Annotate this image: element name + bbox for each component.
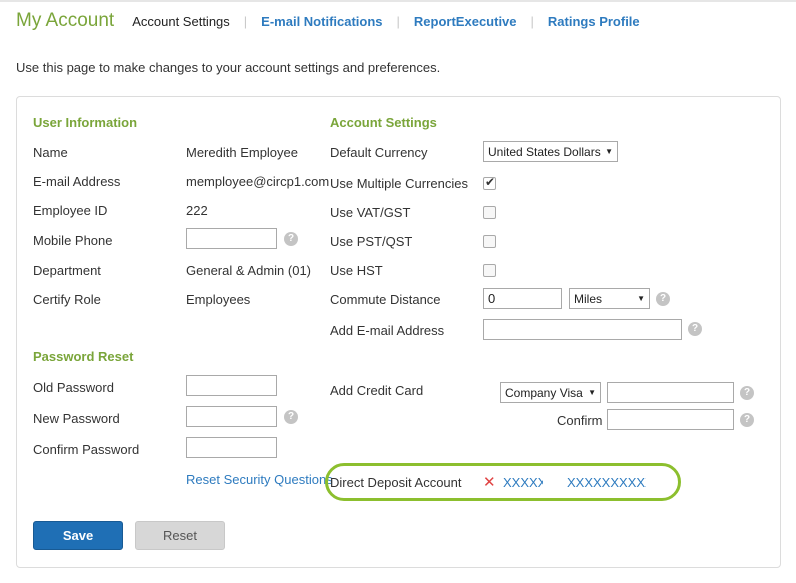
credit-card-help-icon[interactable]: ?: [740, 386, 754, 400]
credit-card-type-value: Company Visa: [505, 385, 583, 400]
commute-distance-input[interactable]: 0: [483, 288, 562, 309]
email-label: E-mail Address: [33, 174, 121, 189]
new-password-help-icon[interactable]: ?: [284, 410, 298, 424]
mobile-phone-input[interactable]: [186, 228, 277, 249]
old-password-input[interactable]: [186, 375, 277, 396]
mobile-phone-label: Mobile Phone: [33, 233, 113, 248]
confirm-password-input[interactable]: [186, 437, 277, 458]
new-password-input[interactable]: [186, 406, 277, 427]
chevron-down-icon: ▼: [637, 294, 645, 303]
header: My Account Account Settings | E-mail Not…: [16, 10, 640, 42]
page: My Account Account Settings | E-mail Not…: [0, 0, 796, 583]
commute-distance-label: Commute Distance: [330, 292, 441, 307]
new-password-label: New Password: [33, 411, 120, 426]
tab-ratings-profile[interactable]: Ratings Profile: [548, 14, 640, 29]
direct-deposit-account-link[interactable]: XXXXXXXXXX57: [567, 475, 646, 490]
credit-card-confirm-input[interactable]: [607, 409, 734, 430]
department-value: General & Admin (01): [186, 263, 312, 278]
password-reset-title: Password Reset: [33, 349, 134, 364]
commute-unit-select[interactable]: Miles ▼: [569, 288, 650, 309]
tab-separator: |: [530, 14, 534, 29]
add-email-help-icon[interactable]: ?: [688, 322, 702, 336]
multiple-currencies-checkbox[interactable]: [483, 175, 496, 190]
credit-card-type-select[interactable]: Company Visa ▼: [500, 382, 601, 403]
tab-email-notifications[interactable]: E-mail Notifications: [261, 14, 382, 29]
hst-label: Use HST: [330, 263, 383, 278]
hst-checkbox[interactable]: [483, 264, 496, 277]
confirm-help-icon[interactable]: ?: [740, 413, 754, 427]
vat-gst-label: Use VAT/GST: [330, 205, 411, 220]
default-currency-value: United States Dollars: [488, 144, 601, 159]
old-password-label: Old Password: [33, 380, 114, 395]
name-label: Name: [33, 145, 68, 160]
direct-deposit-label: Direct Deposit Account: [330, 475, 462, 490]
tab-report-executive[interactable]: ReportExecutive: [414, 14, 517, 29]
remove-icon[interactable]: ✕: [483, 473, 496, 491]
commute-unit-value: Miles: [574, 291, 603, 306]
default-currency-select[interactable]: United States Dollars ▼: [483, 141, 618, 162]
page-title: My Account: [16, 10, 115, 31]
add-email-label: Add E-mail Address: [330, 323, 445, 338]
name-value: Meredith Employee: [186, 145, 298, 160]
add-credit-card-label: Add Credit Card: [330, 383, 424, 398]
default-currency-label: Default Currency: [330, 145, 428, 160]
email-value: memployee@circp1.com: [186, 174, 330, 189]
tab-separator: |: [396, 14, 400, 29]
certify-role-label: Certify Role: [33, 292, 101, 307]
employee-id-value: 222: [186, 203, 208, 218]
pst-qst-checkbox[interactable]: [483, 235, 496, 248]
pst-qst-label: Use PST/QST: [330, 234, 413, 249]
save-button[interactable]: Save: [33, 521, 123, 550]
credit-card-number-input[interactable]: [607, 382, 734, 403]
add-email-input[interactable]: [483, 319, 682, 340]
department-label: Department: [33, 263, 101, 278]
multiple-currencies-label: Use Multiple Currencies: [330, 176, 468, 191]
tab-account-settings[interactable]: Account Settings: [132, 14, 230, 29]
direct-deposit-routing-link[interactable]: XXXXX4: [503, 475, 543, 490]
top-divider: [0, 0, 796, 2]
mobile-help-icon[interactable]: ?: [284, 232, 298, 246]
intro-text: Use this page to make changes to your ac…: [16, 60, 441, 75]
chevron-down-icon: ▼: [605, 147, 613, 156]
settings-panel: User Information Name Meredith Employee …: [16, 96, 781, 568]
reset-button[interactable]: Reset: [135, 521, 225, 550]
user-info-title: User Information: [33, 115, 138, 130]
confirm-password-label: Confirm Password: [33, 442, 140, 457]
commute-help-icon[interactable]: ?: [656, 292, 670, 306]
tab-separator: |: [243, 14, 248, 29]
account-settings-title: Account Settings: [330, 115, 437, 130]
certify-role-value: Employees: [186, 292, 251, 307]
reset-security-questions-link[interactable]: Reset Security Questions: [186, 472, 333, 487]
chevron-down-icon: ▼: [588, 388, 596, 397]
credit-card-confirm-label: Confirm: [557, 413, 603, 428]
employee-id-label: Employee ID: [33, 203, 108, 218]
vat-gst-checkbox[interactable]: [483, 206, 496, 219]
